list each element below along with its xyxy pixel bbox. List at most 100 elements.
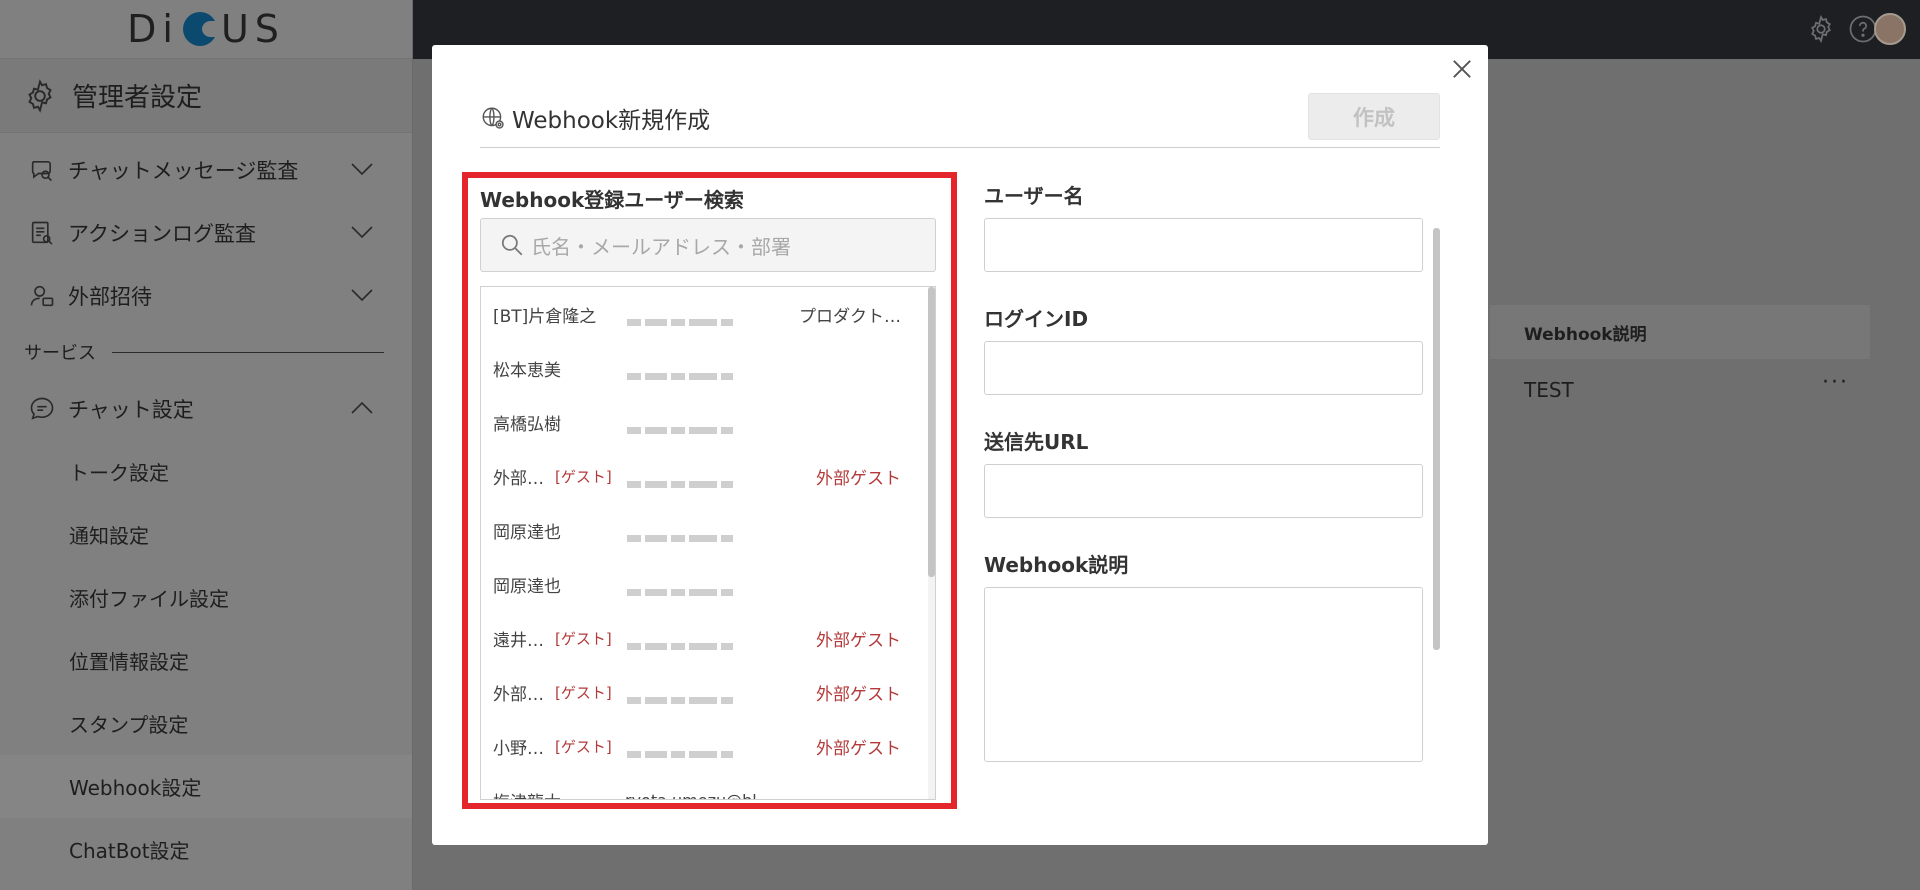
sidebar-subitem-webhook-settings[interactable]: Webhook設定 (0, 755, 412, 818)
row-menu-button[interactable]: ··· (1822, 370, 1849, 395)
section-label-services: サービス (0, 327, 412, 377)
user-name: 松本恵美 (493, 360, 561, 381)
user-name: 高橋弘樹 (493, 414, 561, 435)
url-label: 送信先URL (984, 430, 1089, 454)
webhook-create-modal: Webhook新規作成 作成 Webhook登録ユーザー検索 氏名・メールアドレ… (432, 45, 1488, 845)
form-scrollbar[interactable] (1433, 228, 1440, 650)
user-name: 外部… (493, 684, 544, 705)
user-email-redacted (627, 365, 747, 380)
user-name: 岡原達也 (493, 522, 561, 543)
user-email-redacted (627, 527, 747, 542)
gear-icon (28, 78, 52, 113)
list-item[interactable]: 外部… [ゲスト] 外部ゲスト (481, 665, 935, 719)
admin-settings-title: 管理者設定 (72, 83, 203, 113)
description-label: Webhook説明 (984, 553, 1129, 577)
list-item[interactable]: 遠井… [ゲスト] 外部ゲスト (481, 611, 935, 665)
close-icon[interactable] (1448, 55, 1476, 83)
guest-tag: [ゲスト] (555, 467, 612, 486)
webhook-globe-icon (482, 107, 504, 129)
user-search-panel: Webhook登録ユーザー検索 氏名・メールアドレス・部署 [BT]片倉隆之 プ… (462, 172, 957, 809)
settings-gear-icon[interactable] (1806, 14, 1836, 44)
sidebar-item-chat-audit[interactable]: チャットメッセージ監査 (0, 138, 412, 201)
user-email-redacted (627, 473, 747, 488)
logo: Di US (0, 0, 412, 59)
url-field[interactable] (984, 464, 1423, 518)
user-name: 遠井… (493, 630, 544, 651)
sidebar-subitem-stamp-settings[interactable]: スタンプ設定 (0, 692, 412, 755)
user-search-input[interactable]: 氏名・メールアドレス・部署 (480, 218, 936, 272)
webhook-form: ユーザー名 ログインID 送信先URL Webhook説明 (984, 180, 1444, 820)
guest-tag: [ゲスト] (555, 737, 612, 756)
list-item[interactable]: 岡原達也 (481, 557, 935, 611)
search-placeholder: 氏名・メールアドレス・部署 (531, 234, 791, 259)
sidebar-item-label: アクションログ監査 (68, 221, 256, 246)
section-label-text: サービス (24, 343, 96, 364)
sidebar-item-action-log-audit[interactable]: アクションログ監査 (0, 201, 412, 264)
user-email-redacted (627, 581, 747, 596)
user-email-redacted (627, 419, 747, 434)
description-field[interactable] (984, 587, 1423, 762)
logo-text-right: US (220, 7, 285, 51)
user-name: 梅津龍太 (493, 788, 561, 800)
chat-audit-icon (31, 160, 52, 181)
user-list: [BT]片倉隆之 プロダクト… 松本恵美 高橋弘樹 外部… [ゲスト] 外部ゲス… (480, 286, 936, 800)
user-department: プロダクト… (799, 306, 901, 327)
username-field[interactable] (984, 218, 1423, 272)
user-department: 外部ゲスト (816, 684, 901, 705)
list-scrollbar-track[interactable] (928, 287, 935, 799)
sidebar-item-label: チャットメッセージ監査 (68, 158, 299, 183)
list-item[interactable]: [BT]片倉隆之 プロダクト… (481, 287, 935, 341)
login-id-field[interactable] (984, 341, 1423, 395)
sidebar-item-label: チャット設定 (68, 397, 194, 422)
user-department: 外部ゲスト (816, 738, 901, 759)
sidebar: Di US 管理者設定 チャットメッセージ監査 アクションログ監査 外部招待 サ… (0, 0, 413, 890)
guest-tag: [ゲスト] (555, 629, 612, 648)
sidebar-item-chat-settings[interactable]: チャット設定 (0, 377, 412, 440)
chevron-down-icon[interactable] (350, 160, 374, 178)
user-email-redacted (627, 743, 747, 758)
login-id-label: ログインID (984, 307, 1089, 331)
list-item[interactable]: 岡原達也 (481, 503, 935, 557)
list-item[interactable]: 小野… [ゲスト] 外部ゲスト (481, 719, 935, 773)
modal-header: Webhook新規作成 作成 (480, 93, 1440, 148)
create-button[interactable]: 作成 (1308, 93, 1440, 140)
list-item[interactable]: 松本恵美 (481, 341, 935, 395)
logo-text: Di US (127, 7, 285, 51)
modal-title-text: Webhook新規作成 (512, 108, 711, 134)
admin-settings-header: 管理者設定 (0, 59, 412, 133)
username-label: ユーザー名 (984, 184, 1084, 208)
user-name: 小野… (493, 738, 544, 759)
section-divider (112, 351, 384, 353)
user-department: 外部ゲスト (816, 468, 901, 489)
list-scrollbar-thumb[interactable] (928, 287, 935, 577)
sidebar-subitem-location-settings[interactable]: 位置情報設定 (0, 629, 412, 692)
log-audit-icon (31, 221, 53, 245)
logo-c-mark (182, 12, 219, 46)
user-search-title: Webhook登録ユーザー検索 (480, 188, 744, 212)
sidebar-item-label: 外部招待 (68, 284, 152, 309)
avatar[interactable] (1874, 13, 1906, 45)
list-item[interactable]: 高橋弘樹 (481, 395, 935, 449)
sidebar-item-external-invite[interactable]: 外部招待 (0, 264, 412, 327)
list-item[interactable]: 外部… [ゲスト] 外部ゲスト (481, 449, 935, 503)
chevron-down-icon[interactable] (350, 286, 374, 304)
user-name: 外部… (493, 468, 544, 489)
chevron-down-icon[interactable] (350, 223, 374, 241)
user-name: [BT]片倉隆之 (493, 306, 597, 327)
sidebar-subitem-notification-settings[interactable]: 通知設定 (0, 503, 412, 566)
sidebar-subitem-chatbot-settings[interactable]: ChatBot設定 (0, 818, 412, 881)
chevron-up-icon[interactable] (350, 399, 374, 417)
user-email-redacted (627, 635, 747, 650)
invite-icon (30, 285, 54, 306)
user-email-redacted (627, 311, 747, 326)
list-item[interactable]: 梅津龍太 ryota.umezu@bl (481, 773, 935, 800)
sidebar-subitem-talk-settings[interactable]: トーク設定 (0, 440, 412, 503)
sidebar-subitem-attachment-settings[interactable]: 添付ファイル設定 (0, 566, 412, 629)
logo-text-left: Di (127, 7, 179, 51)
user-email-partial: ryota.umezu@bl (625, 790, 757, 800)
guest-tag: [ゲスト] (555, 683, 612, 702)
table-cell-description: TEST (1524, 378, 1574, 402)
user-name: 岡原達也 (493, 576, 561, 597)
search-icon (501, 234, 523, 256)
table-header-webhook-description: Webhook説明 (1490, 305, 1870, 359)
